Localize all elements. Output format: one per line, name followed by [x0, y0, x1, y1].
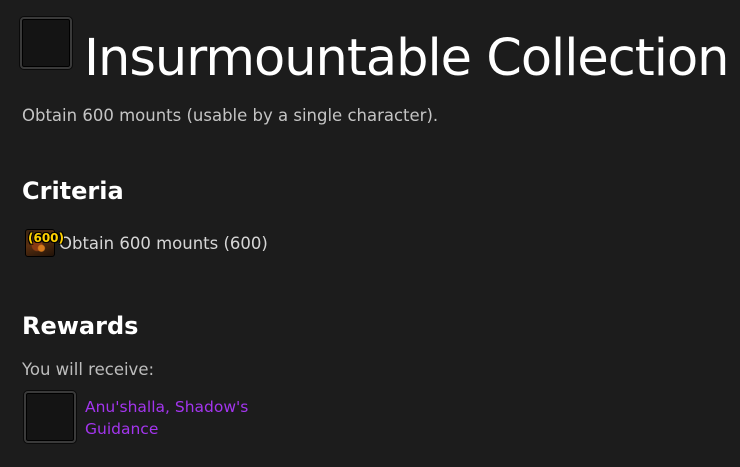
- rewards-heading: Rewards: [22, 312, 139, 340]
- criteria-count-badge: (600): [28, 231, 65, 245]
- rewards-subtext: You will receive:: [22, 360, 155, 379]
- achievement-icon: [20, 17, 72, 69]
- reward-item-icon[interactable]: [24, 391, 76, 443]
- reward-item-link[interactable]: Anu'shalla, Shadow's Guidance: [85, 396, 265, 440]
- criteria-item: (600) Obtain 600 mounts (600): [25, 229, 268, 257]
- mount-icon: (600): [25, 229, 64, 257]
- criteria-text: Obtain 600 mounts (600): [59, 233, 268, 253]
- criteria-heading: Criteria: [22, 177, 124, 205]
- achievement-description: Obtain 600 mounts (usable by a single ch…: [22, 106, 439, 125]
- achievement-title: Insurmountable Collection: [84, 29, 729, 88]
